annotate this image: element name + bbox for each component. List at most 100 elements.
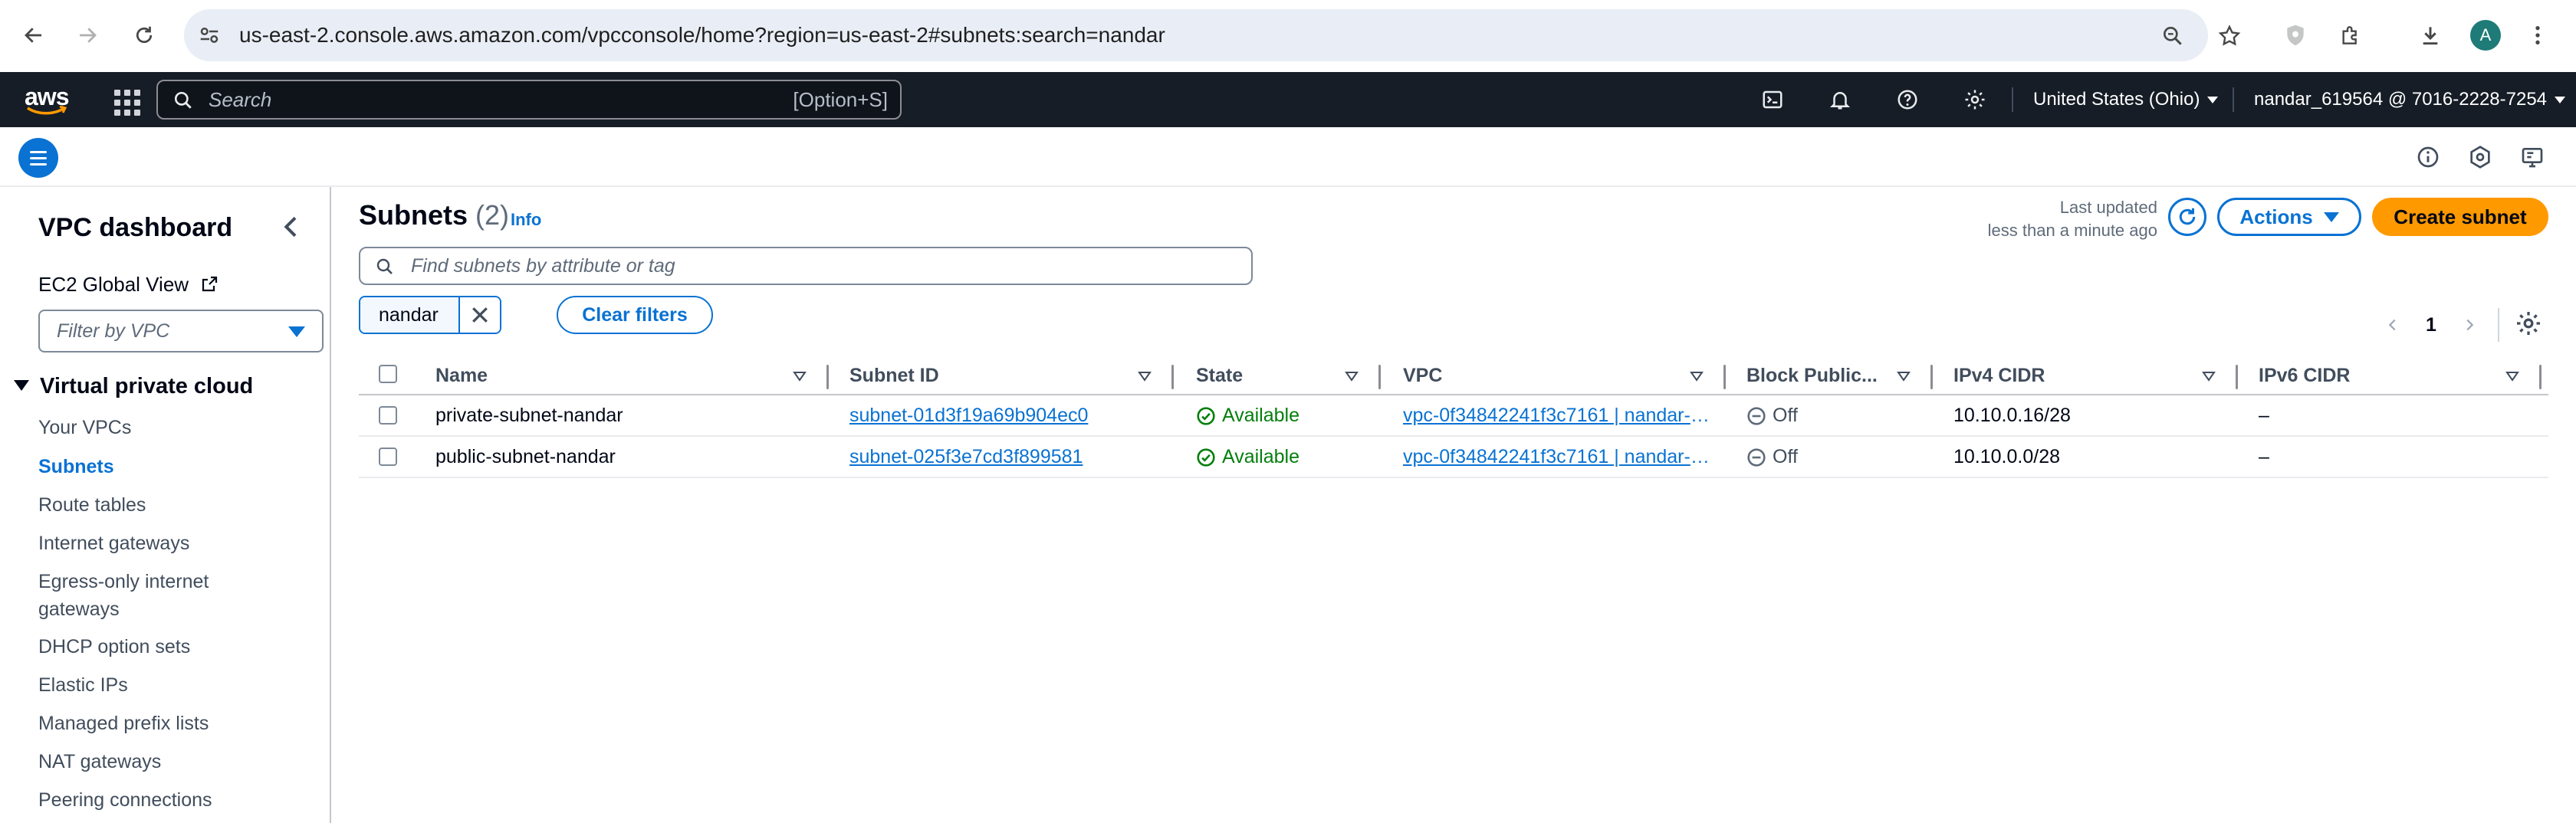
aws-search-input[interactable]: Search [Option+S]: [156, 80, 902, 120]
sort-icon[interactable]: [793, 371, 807, 382]
clear-filters-button[interactable]: Clear filters: [557, 296, 713, 334]
cell-subnet-id-link[interactable]: subnet-01d3f19a69b904ec0: [849, 395, 1164, 435]
ec2-global-view-label: EC2 Global View: [38, 273, 189, 296]
sidebar-item-nat-gateways[interactable]: NAT gateways: [38, 748, 299, 775]
chevron-left-icon[interactable]: [276, 211, 307, 242]
remove-filter-button[interactable]: [460, 297, 500, 333]
info-panel-button[interactable]: [2413, 143, 2443, 172]
column-header-block-public-access[interactable]: Block Public...: [1746, 357, 1878, 394]
ec2-global-view-link[interactable]: EC2 Global View: [38, 273, 219, 297]
column-header-vpc[interactable]: VPC: [1403, 357, 1442, 394]
site-info-icon[interactable]: [198, 24, 221, 47]
table-preferences-gear-icon[interactable]: [2515, 310, 2542, 337]
sidebar-item-your-vpcs[interactable]: Your VPCs: [38, 414, 299, 441]
search-icon: [174, 91, 192, 109]
column-resizer[interactable]: [2236, 365, 2238, 389]
subnets-table: Name Subnet ID State VPC Block Public...…: [359, 357, 2548, 478]
sidebar-item-internet-gateways[interactable]: Internet gateways: [38, 530, 299, 557]
cell-vpc-link[interactable]: vpc-0f34842241f3c7161 | nandar-vpc: [1403, 395, 1710, 435]
resources-panel-button[interactable]: [2466, 143, 2495, 172]
column-resizer[interactable]: [1930, 365, 1933, 389]
section-title: Virtual private cloud: [40, 374, 254, 398]
chevron-left-icon[interactable]: [2384, 316, 2401, 333]
settings-button[interactable]: [1960, 84, 1990, 115]
create-subnet-button[interactable]: Create subnet: [2372, 198, 2548, 236]
profile-avatar[interactable]: A: [2470, 20, 2501, 51]
sort-icon[interactable]: [2505, 371, 2519, 382]
column-resizer[interactable]: [826, 365, 829, 389]
shield-icon: [2287, 25, 2304, 46]
sort-icon[interactable]: [1345, 371, 1359, 382]
aws-logo[interactable]: aws: [23, 83, 69, 116]
region-label: United States (Ohio): [2033, 89, 2200, 110]
cell-subnet-id-link[interactable]: subnet-025f3e7cd3f899581: [849, 437, 1164, 477]
column-header-ipv4-cidr[interactable]: IPv4 CIDR: [1953, 357, 2045, 394]
refresh-icon: [2179, 208, 2196, 225]
page-number[interactable]: 1: [2426, 314, 2436, 336]
info-link[interactable]: Info: [511, 210, 541, 230]
state-label: Available: [1222, 405, 1300, 426]
cloudshell-button[interactable]: [1757, 84, 1788, 115]
column-header-name[interactable]: Name: [435, 357, 488, 394]
side-nav-toggle[interactable]: [18, 138, 58, 178]
reload-button[interactable]: [126, 17, 163, 54]
row-checkbox[interactable]: [379, 406, 397, 425]
vpc-filter-select[interactable]: Filter by VPC: [38, 310, 324, 352]
caret-down-icon: [2207, 97, 2219, 104]
bell-icon: [1829, 92, 1851, 110]
search-placeholder: Find subnets by attribute or tag: [411, 255, 675, 277]
account-menu[interactable]: nandar_619564 @ 7016-2228-7254: [2254, 72, 2566, 127]
address-bar[interactable]: us-east-2.console.aws.amazon.com/vpccons…: [184, 9, 2241, 61]
forward-button[interactable]: [69, 17, 106, 54]
actions-button[interactable]: Actions: [2217, 198, 2361, 236]
console-sub-bar: [0, 127, 2576, 187]
sort-icon[interactable]: [1690, 371, 1704, 382]
column-header-state[interactable]: State: [1196, 357, 1243, 394]
chevron-right-icon[interactable]: [2461, 316, 2478, 333]
region-selector[interactable]: United States (Ohio): [2033, 72, 2219, 127]
notifications-button[interactable]: [1825, 84, 1855, 115]
sidebar-item-subnets[interactable]: Subnets: [38, 453, 299, 480]
column-header-ipv6-cidr[interactable]: IPv6 CIDR: [2259, 357, 2350, 394]
help-button[interactable]: [1892, 84, 1923, 115]
cell-vpc-link[interactable]: vpc-0f34842241f3c7161 | nandar-vpc: [1403, 437, 1710, 477]
column-resizer[interactable]: [2539, 365, 2542, 389]
column-resizer[interactable]: [1171, 365, 1174, 389]
table-row[interactable]: public-subnet-nandar subnet-025f3e7cd3f8…: [359, 437, 2548, 478]
sidebar-item-dhcp-option-sets[interactable]: DHCP option sets: [38, 633, 299, 661]
subnet-search-input[interactable]: Find subnets by attribute or tag: [359, 247, 1253, 285]
sort-icon[interactable]: [1138, 371, 1152, 382]
sidebar-title[interactable]: VPC dashboard: [38, 213, 232, 243]
column-resizer[interactable]: [1378, 365, 1381, 389]
browser-menu-button[interactable]: [2522, 20, 2553, 51]
extension-shield-button[interactable]: [2280, 20, 2311, 51]
cell-state: Available: [1196, 395, 1372, 435]
block-public-label: Off: [1773, 446, 1798, 467]
monitor-feedback-icon: [2522, 148, 2543, 168]
kebab-menu-icon: [2535, 26, 2540, 44]
extensions-button[interactable]: [2335, 20, 2366, 51]
sidebar-item-managed-prefix-lists[interactable]: Managed prefix lists: [38, 710, 299, 737]
services-menu-icon[interactable]: [109, 84, 140, 116]
downloads-button[interactable]: [2415, 20, 2446, 51]
sort-icon[interactable]: [1897, 371, 1911, 382]
aws-smile-icon: [27, 106, 67, 115]
section-virtual-private-cloud[interactable]: Virtual private cloud: [14, 374, 253, 399]
zoom-icon[interactable]: [2160, 24, 2185, 48]
sort-icon[interactable]: [2202, 371, 2216, 382]
column-header-subnet-id[interactable]: Subnet ID: [849, 357, 939, 394]
column-resizer[interactable]: [1723, 365, 1726, 389]
sidebar-item-peering-connections[interactable]: Peering connections: [38, 786, 299, 814]
table-row[interactable]: private-subnet-nandar subnet-01d3f19a69b…: [359, 395, 2548, 437]
state-label: Available: [1222, 446, 1300, 467]
url-text[interactable]: us-east-2.console.aws.amazon.com/vpccons…: [239, 9, 1165, 61]
bookmark-star-icon[interactable]: [2217, 24, 2242, 48]
back-button[interactable]: [15, 17, 52, 54]
sidebar-item-elastic-ips[interactable]: Elastic IPs: [38, 671, 299, 699]
sidebar-item-route-tables[interactable]: Route tables: [38, 491, 299, 519]
row-checkbox[interactable]: [379, 448, 397, 466]
select-all-checkbox[interactable]: [379, 365, 397, 383]
sidebar-item-egress-only-gateways[interactable]: Egress-only internet gateways: [38, 568, 261, 623]
refresh-button[interactable]: [2168, 198, 2206, 236]
feedback-button[interactable]: [2518, 143, 2547, 172]
